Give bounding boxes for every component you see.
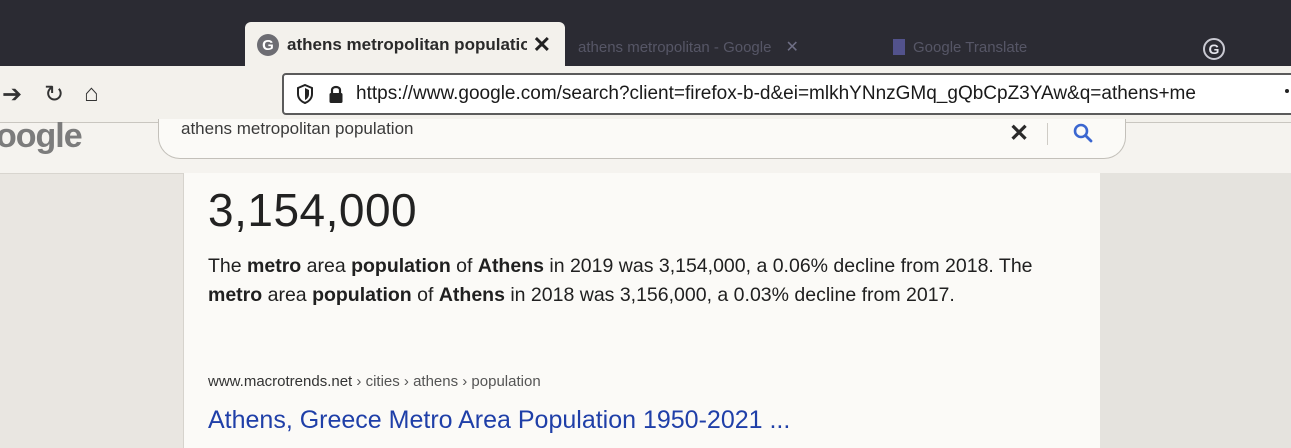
tab-close-icon[interactable]: ✕ <box>785 37 798 57</box>
search-icon[interactable] <box>1071 121 1095 145</box>
featured-value: 3,154,000 <box>208 184 418 236</box>
search-input[interactable]: athens metropolitan population <box>181 119 414 139</box>
translate-favicon-icon <box>893 39 905 55</box>
right-panel <box>1100 173 1291 448</box>
home-icon[interactable]: ⌂ <box>84 80 99 108</box>
snippet-text: in 2019 was 3,154,000, a 0.06% decline f… <box>543 255 1033 277</box>
featured-snippet: The metro area population of Athens in 2… <box>208 252 1048 310</box>
cite-domain: www.macrotrends.net <box>208 373 353 390</box>
tab-close-icon[interactable]: ✕ <box>533 32 551 58</box>
result-title-link[interactable]: Athens, Greece Metro Area Population 195… <box>208 406 790 435</box>
tab-inactive[interactable]: Google Translate <box>893 30 1093 64</box>
snippet-text: The <box>208 255 248 277</box>
grammarly-extension-icon[interactable]: G <box>1203 38 1225 60</box>
snippet-bold-text: Athens <box>477 255 544 277</box>
shield-icon[interactable] <box>296 84 314 104</box>
divider <box>1047 123 1048 145</box>
snippet-bold-text: metro <box>208 284 263 306</box>
snippet-text: of <box>411 284 439 306</box>
tab-title: athens metropolitan - Google <box>578 38 772 56</box>
snippet-text: in 2018 was 3,156,000, a 0.03% decline f… <box>504 284 955 306</box>
tab-title: athens metropolitan populatior <box>287 35 527 54</box>
url-text[interactable]: https://www.google.com/search?client=fir… <box>356 83 1196 105</box>
results-panel: 3,154,000 The metro area population of A… <box>183 173 1102 448</box>
snippet-bold-text: population <box>351 255 451 277</box>
snippet-text: of <box>450 255 478 277</box>
google-logo[interactable]: oogle <box>0 117 83 156</box>
tab-title: Google Translate <box>913 38 1028 56</box>
cite-path: › cities › athens › population <box>352 373 541 390</box>
snippet-bold-text: metro <box>247 255 302 277</box>
snippet-bold-text: population <box>312 284 412 306</box>
clear-icon[interactable]: ✕ <box>1009 119 1029 148</box>
tab-inactive[interactable]: athens metropolitan - Google ✕ <box>578 30 878 64</box>
lock-icon[interactable] <box>328 84 344 104</box>
tab-strip: G athens metropolitan populatior ✕ athen… <box>0 0 1291 68</box>
reload-icon[interactable]: ↻ <box>44 80 64 109</box>
forward-icon[interactable]: ➔ <box>2 80 22 109</box>
snippet-bold-text: Athens <box>438 284 505 306</box>
more-icon[interactable] <box>1285 89 1289 93</box>
search-box[interactable]: athens metropolitan population ✕ <box>158 119 1126 159</box>
google-header: oogle athens metropolitan population ✕ <box>0 117 1291 174</box>
snippet-text: area <box>262 284 313 306</box>
navigation-toolbar: ➔ ↻ ⌂ https://www.google.com/search?clie… <box>0 66 1291 123</box>
google-favicon-icon: G <box>257 34 279 56</box>
tab-active[interactable]: G athens metropolitan populatior ✕ <box>245 22 565 68</box>
result-cite[interactable]: www.macrotrends.net › cities › athens › … <box>208 373 541 390</box>
snippet-text: area <box>301 255 352 277</box>
url-bar[interactable]: https://www.google.com/search?client=fir… <box>282 73 1291 115</box>
